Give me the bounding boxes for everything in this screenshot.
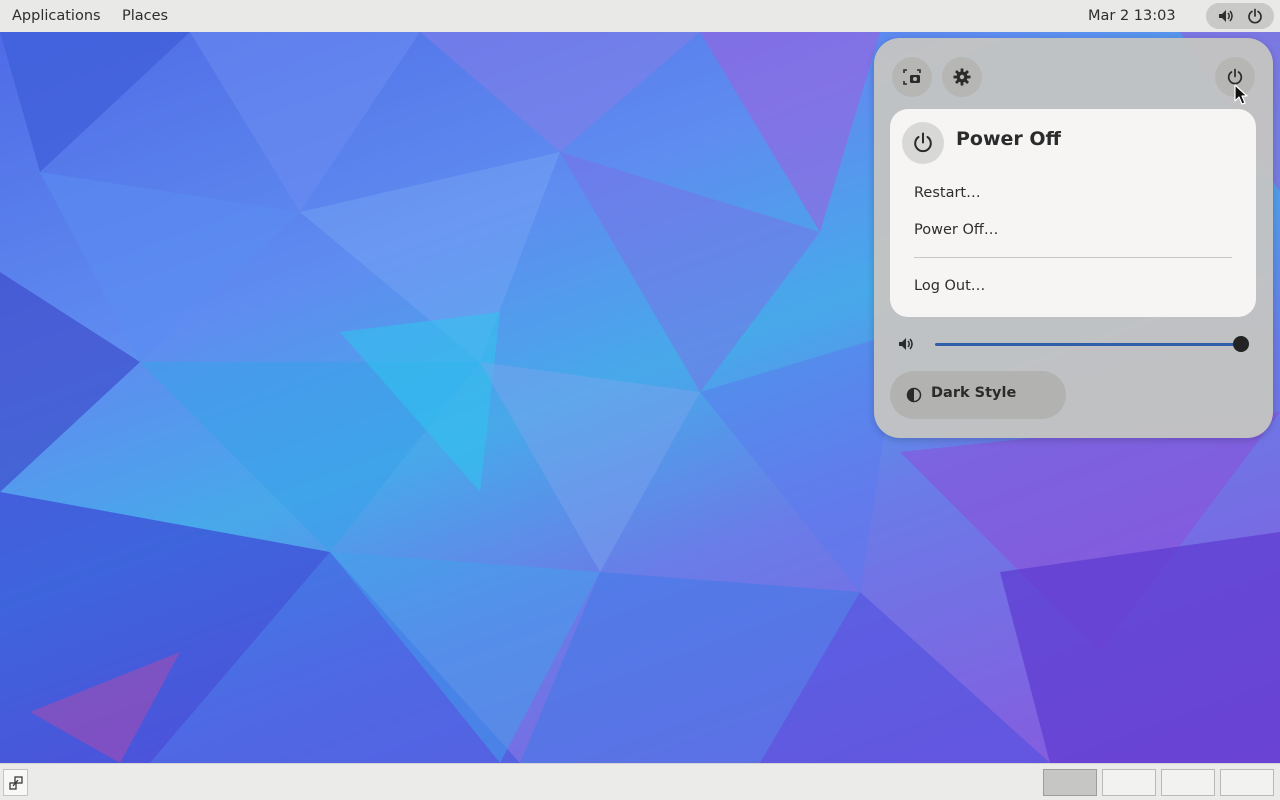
volume-control [874, 328, 1273, 360]
power-off-header-icon [902, 122, 944, 164]
workspace-4[interactable] [1220, 769, 1274, 796]
power-icon [1247, 8, 1263, 24]
places-menu[interactable]: Places [110, 0, 180, 32]
workspace-1[interactable] [1043, 769, 1097, 796]
show-desktop-button[interactable] [3, 769, 28, 796]
dark-style-toggle[interactable]: Dark Style [890, 371, 1066, 419]
gear-icon [953, 68, 971, 86]
power-icon [914, 132, 932, 153]
dark-style-label: Dark Style [931, 385, 1017, 401]
volume-icon[interactable] [898, 336, 915, 356]
volume-slider-handle[interactable] [1233, 336, 1249, 352]
settings-button[interactable] [942, 57, 982, 97]
top-bar: Applications Places Mar 2 13:03 [0, 0, 1280, 32]
system-status-menu[interactable] [1206, 3, 1274, 29]
power-menu-title: Power Off [956, 128, 1061, 150]
power-off-menu: Power Off Restart… Power Off… Log Out… [890, 109, 1256, 317]
applications-menu[interactable]: Applications [0, 0, 113, 32]
screenshot-button[interactable] [892, 57, 932, 97]
log-out-menu-item[interactable]: Log Out… [902, 271, 1244, 301]
mouse-cursor-icon [1234, 84, 1248, 105]
power-off-menu-item[interactable]: Power Off… [902, 215, 1244, 245]
clock[interactable]: Mar 2 13:03 [1078, 0, 1186, 32]
dark-style-icon [906, 387, 922, 403]
menu-separator [914, 257, 1232, 258]
restart-menu-item[interactable]: Restart… [902, 178, 1244, 208]
workspace-3[interactable] [1161, 769, 1215, 796]
show-desktop-icon [9, 776, 23, 790]
bottom-panel [0, 763, 1280, 800]
quick-settings-panel: Power Off Restart… Power Off… Log Out… D… [874, 38, 1273, 438]
screenshot-icon [903, 69, 921, 85]
volume-slider[interactable] [935, 343, 1241, 346]
volume-icon [1218, 8, 1234, 24]
workspace-2[interactable] [1102, 769, 1156, 796]
